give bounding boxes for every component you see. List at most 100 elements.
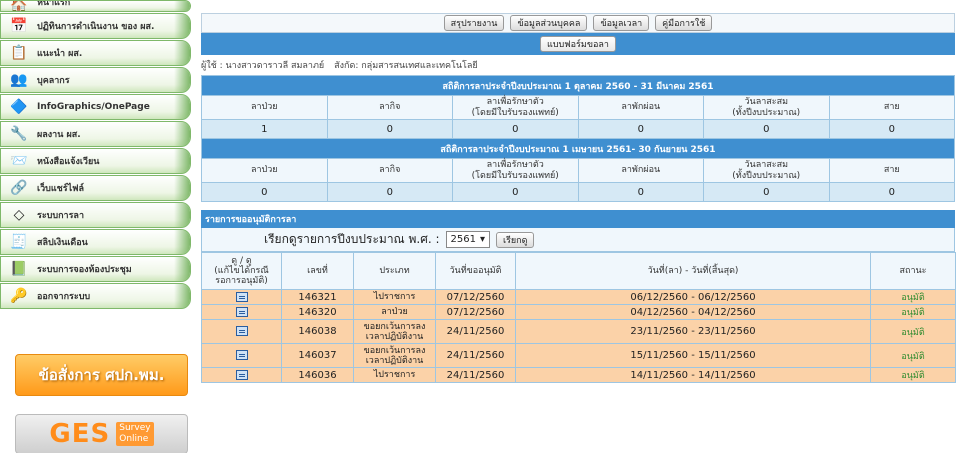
table-row: 146320 ลาป่วย 07/12/2560 04/12/2560 - 04…: [201, 304, 956, 320]
status-badge: อนุมัติ: [870, 343, 956, 368]
view-document-icon[interactable]: [235, 306, 248, 317]
leave-range: 23/11/2560 - 23/11/2560: [515, 319, 871, 344]
status-badge: อนุมัติ: [870, 304, 956, 320]
sidebar-item-share-file[interactable]: 🔗 เว็บแชร์ไฟล์: [0, 175, 191, 201]
column-header: วันที่(ลา) - วันที่(สิ้นสุด): [515, 252, 871, 290]
ges-survey-line1: Survey: [119, 423, 151, 433]
leave-form-button[interactable]: แบบฟอร์มขอลา: [540, 36, 616, 52]
letter-icon: 📨: [10, 153, 28, 169]
work-icon: 🔧: [10, 126, 28, 142]
stats-value: 0: [326, 182, 453, 202]
ges-survey-banner[interactable]: GES Survey Online: [15, 414, 188, 453]
people-icon: 👥: [10, 72, 28, 88]
calendar-icon: 📅: [10, 18, 28, 34]
stats-header: ลาป่วย: [201, 95, 328, 120]
request-date: 07/12/2560: [435, 304, 516, 320]
stats-header: สาย: [828, 95, 955, 120]
table-row: 146036 ไปราชการ 24/11/2560 14/11/2560 - …: [201, 367, 956, 383]
sidebar-item-label: แนะนำ ผส.: [37, 49, 83, 59]
user-info: ผู้ใช้ : นางสาวดาราวลี สมลาภย์ สังกัด: ก…: [201, 55, 955, 75]
stats-value: 0: [201, 182, 328, 202]
sidebar-item-label: หน้าแรก: [37, 0, 71, 8]
sidebar-item-calendar[interactable]: 📅 ปฏิทินการดำเนินงาน ของ ผส.: [0, 13, 191, 39]
sidebar: 🏠 หน้าแรก 📅 ปฏิทินการดำเนินงาน ของ ผส. 📋…: [0, 0, 193, 453]
view-button[interactable]: เรียกดู: [496, 231, 535, 248]
sidebar-item-payslip[interactable]: 🧾 สลิปเงินเดือน: [0, 229, 191, 255]
stats-header: วันลาสะสม (ทั้งปีงบประมาณ): [703, 158, 830, 183]
sidebar-item-works[interactable]: 🔧 ผลงาน ผส.: [0, 121, 191, 147]
sidebar-item-personnel[interactable]: 👥 บุคลากร: [0, 67, 191, 93]
sidebar-item-leave-system[interactable]: ◇ ระบบการลา: [0, 202, 191, 228]
stats-value: 0: [828, 119, 955, 139]
status-badge: อนุมัติ: [870, 319, 956, 344]
view-document-icon[interactable]: [235, 350, 248, 360]
stats-value: 0: [577, 119, 704, 139]
ges-survey-text: Survey Online: [116, 422, 154, 446]
view-document-icon[interactable]: [235, 291, 248, 302]
leave-range: 15/11/2560 - 15/11/2560: [515, 343, 871, 368]
sidebar-item-label: ผลงาน ผส.: [37, 130, 81, 140]
stats-value: 0: [703, 119, 830, 139]
request-date: 07/12/2560: [435, 289, 516, 305]
time-info-button[interactable]: ข้อมูลเวลา: [593, 15, 650, 31]
sidebar-item-about[interactable]: 📋 แนะนำ ผส.: [0, 40, 191, 66]
request-date: 24/11/2560: [435, 343, 516, 368]
view-document-icon[interactable]: [235, 369, 248, 380]
ges-survey-line2: Online: [119, 434, 149, 444]
request-number: 146320: [281, 304, 354, 320]
column-header: ประเภท: [353, 252, 436, 290]
table-row: 146321 ไปราชการ 07/12/2560 06/12/2560 - …: [201, 289, 956, 305]
leave-range: 14/11/2560 - 14/11/2560: [515, 367, 871, 383]
sidebar-item-home[interactable]: 🏠 หน้าแรก: [0, 0, 191, 12]
stats-value: 0: [828, 182, 955, 202]
leave-stats-table-1: สถิติการลาประจำปีงบประมาณ 1 ตุลาคม 2560 …: [201, 75, 955, 202]
user-manual-button[interactable]: คู่มือการใช้: [655, 15, 713, 31]
summary-report-button[interactable]: สรุปรายงาน: [443, 15, 505, 31]
request-date: 24/11/2560: [435, 319, 516, 344]
leave-type: ขอยกเว้นการลง เวลาปฏิบัติงาน: [353, 343, 436, 368]
sidebar-item-label: InfoGraphics/OnePage: [37, 102, 150, 112]
leave-type: ไปราชการ: [353, 289, 436, 305]
year-search-label: เรียกดูรายการปีงบประมาณ พ.ศ. :: [264, 232, 440, 246]
sidebar-item-meeting-room[interactable]: 📗 ระบบการจองห้องประชุม: [0, 256, 191, 282]
stats-header: ลาป่วย: [201, 158, 328, 183]
leave-system-icon: ◇: [13, 207, 25, 223]
stats-title: สถิติการลาประจำปีงบประมาณ 1 ตุลาคม 2560 …: [201, 75, 955, 96]
leave-requests-table: ดู / ดู (แก้ไขได้กรณี รอการอนุมัติ) เลขท…: [201, 252, 956, 383]
leave-type: ลาป่วย: [353, 304, 436, 320]
sidebar-item-label: เว็บแชร์ไฟล์: [37, 184, 84, 194]
order-banner-text: ข้อสั่งการ ศปก.พม.: [38, 366, 165, 384]
sidebar-item-circular[interactable]: 📨 หนังสือแจ้งเวียน: [0, 148, 191, 174]
sidebar-item-label: ระบบการจองห้องประชุม: [37, 265, 132, 275]
stats-header: วันลาสะสม (ทั้งปีงบประมาณ): [703, 95, 830, 120]
year-search-bar: เรียกดูรายการปีงบประมาณ พ.ศ. : 2561 ▾ เร…: [201, 228, 955, 252]
table-row: 146037 ขอยกเว้นการลง เวลาปฏิบัติงาน 24/1…: [201, 343, 956, 368]
request-date: 24/11/2560: [435, 367, 516, 383]
logout-icon: 🔑: [10, 288, 28, 304]
request-number: 146036: [281, 367, 354, 383]
fiscal-year-select[interactable]: 2561 ▾: [445, 231, 490, 248]
sidebar-item-label: บุคลากร: [37, 76, 70, 86]
order-banner[interactable]: ข้อสั่งการ ศปก.พม.: [15, 354, 188, 396]
home-icon: 🏠: [10, 0, 28, 12]
stats-header: ลากิจ: [326, 95, 453, 120]
stats-value: 0: [452, 182, 579, 202]
stats-value: 1: [201, 119, 328, 139]
stats-header: ลาเพื่อรักษาตัว (โดยมีใบรับรองแพทย์): [452, 158, 579, 183]
request-number: 146321: [281, 289, 354, 305]
infographic-icon: 🔷: [10, 99, 28, 115]
sidebar-item-logout[interactable]: 🔑 ออกจากระบบ: [0, 283, 191, 309]
chevron-down-icon: ▾: [479, 234, 485, 245]
board-icon: 📋: [10, 45, 28, 61]
main-content: สรุปรายงาน ข้อมูลส่วนบุคคล ข้อมูลเวลา คู…: [201, 13, 956, 383]
stats-header: ลาพักผ่อน: [577, 95, 704, 120]
stats-value: 0: [452, 119, 579, 139]
personal-info-button[interactable]: ข้อมูลส่วนบุคคล: [510, 15, 588, 31]
sidebar-item-infographics[interactable]: 🔷 InfoGraphics/OnePage: [0, 94, 191, 120]
column-header: ดู / ดู (แก้ไขได้กรณี รอการอนุมัติ): [201, 252, 282, 290]
column-header: วันที่ขออนุมัติ: [435, 252, 516, 290]
status-badge: อนุมัติ: [870, 367, 956, 383]
table-row: 146038 ขอยกเว้นการลง เวลาปฏิบัติงาน 24/1…: [201, 319, 956, 344]
view-document-icon[interactable]: [235, 326, 248, 336]
payslip-icon: 🧾: [10, 234, 28, 250]
